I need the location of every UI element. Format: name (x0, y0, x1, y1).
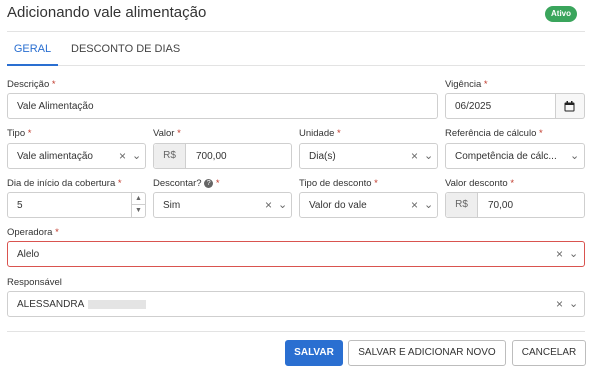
valor-field[interactable]: R$ 700,00 (153, 143, 292, 169)
dia-inicio-field[interactable]: 5 ▲ ▼ (7, 192, 146, 218)
responsavel-label: Responsável (7, 277, 62, 288)
tipo-label: Tipo * (7, 128, 32, 139)
number-stepper[interactable]: ▲ ▼ (131, 193, 145, 217)
tab-geral[interactable]: GERAL (7, 38, 58, 66)
clear-icon[interactable]: × (556, 298, 563, 310)
referencia-label: Referência de cálculo * (445, 128, 543, 139)
chevron-down-icon[interactable]: ⌄ (570, 150, 579, 162)
redacted-block (88, 299, 147, 309)
operadora-label: Operadora * (7, 227, 59, 238)
operadora-select[interactable]: Alelo × ⌄ (7, 241, 585, 267)
referencia-select[interactable]: Competência de cálc... ⌄ (445, 143, 585, 169)
tipo-desconto-value: Valor do vale (309, 200, 367, 211)
dialog-header: Adicionando vale alimentação Ativo (0, 0, 591, 30)
status-badge: Ativo (545, 6, 577, 22)
responsavel-select[interactable]: ALESSANDRA × ⌄ (7, 291, 585, 317)
dialog-title: Adicionando vale alimentação (7, 4, 207, 21)
vigencia-field[interactable]: 06/2025 (445, 93, 556, 119)
valor-value: 700,00 (196, 151, 227, 162)
valor-desconto-value: 70,00 (488, 200, 514, 211)
descricao-field[interactable]: Vale Alimentação (7, 93, 438, 119)
referencia-value: Competência de cálc... (455, 151, 557, 162)
responsavel-value: ALESSANDRA (17, 299, 147, 310)
calendar-button[interactable] (556, 93, 585, 119)
vigencia-value: 06/2025 (455, 101, 492, 112)
tab-bar: GERAL DESCONTO DE DIAS (7, 38, 585, 66)
chevron-down-icon[interactable]: ⌄ (424, 199, 433, 211)
chevron-down-icon[interactable]: ⌄ (424, 150, 433, 162)
valor-desconto-label: Valor desconto * (445, 178, 515, 189)
cancel-button[interactable]: CANCELAR (512, 340, 586, 366)
unidade-label: Unidade * (299, 128, 341, 139)
help-icon[interactable]: ? (204, 178, 214, 188)
clear-icon[interactable]: × (265, 199, 272, 211)
tipo-select[interactable]: Vale alimentação × ⌄ (7, 143, 146, 169)
descontar-select[interactable]: Sim × ⌄ (153, 192, 292, 218)
clear-icon[interactable]: × (411, 199, 418, 211)
stepper-up-icon[interactable]: ▲ (132, 193, 145, 205)
unidade-select[interactable]: Dia(s) × ⌄ (299, 143, 438, 169)
chevron-down-icon[interactable]: ⌄ (569, 298, 578, 310)
dia-inicio-value: 5 (17, 200, 23, 211)
currency-prefix: R$ (154, 144, 186, 168)
descontar-label: Descontar? ? * (153, 178, 220, 189)
tab-desconto-de-dias[interactable]: DESCONTO DE DIAS (71, 38, 186, 66)
unidade-value: Dia(s) (309, 151, 336, 162)
clear-icon[interactable]: × (411, 150, 418, 162)
descontar-value: Sim (163, 200, 181, 211)
valor-desconto-field[interactable]: R$ 70,00 (445, 192, 585, 218)
tipo-desconto-label: Tipo de desconto * (299, 178, 378, 189)
header-divider (7, 31, 585, 32)
currency-prefix: R$ (446, 193, 478, 217)
chevron-down-icon[interactable]: ⌄ (132, 150, 141, 162)
save-button[interactable]: SALVAR (285, 340, 343, 366)
descricao-value: Vale Alimentação (17, 101, 94, 112)
operadora-value: Alelo (17, 249, 40, 260)
clear-icon[interactable]: × (556, 248, 563, 260)
footer-divider (7, 331, 585, 332)
save-and-add-new-button[interactable]: SALVAR E ADICIONAR NOVO (348, 340, 506, 366)
chevron-down-icon[interactable]: ⌄ (569, 248, 578, 260)
tipo-desconto-select[interactable]: Valor do vale × ⌄ (299, 192, 438, 218)
chevron-down-icon[interactable]: ⌄ (278, 199, 287, 211)
descricao-label: Descrição * (7, 79, 56, 90)
valor-label: Valor * (153, 128, 181, 139)
clear-icon[interactable]: × (119, 150, 126, 162)
dia-inicio-label: Dia de início da cobertura * (7, 178, 122, 189)
vigencia-label: Vigência * (445, 79, 488, 90)
calendar-icon (564, 101, 575, 112)
tipo-value: Vale alimentação (17, 151, 93, 162)
stepper-down-icon[interactable]: ▼ (132, 205, 145, 217)
